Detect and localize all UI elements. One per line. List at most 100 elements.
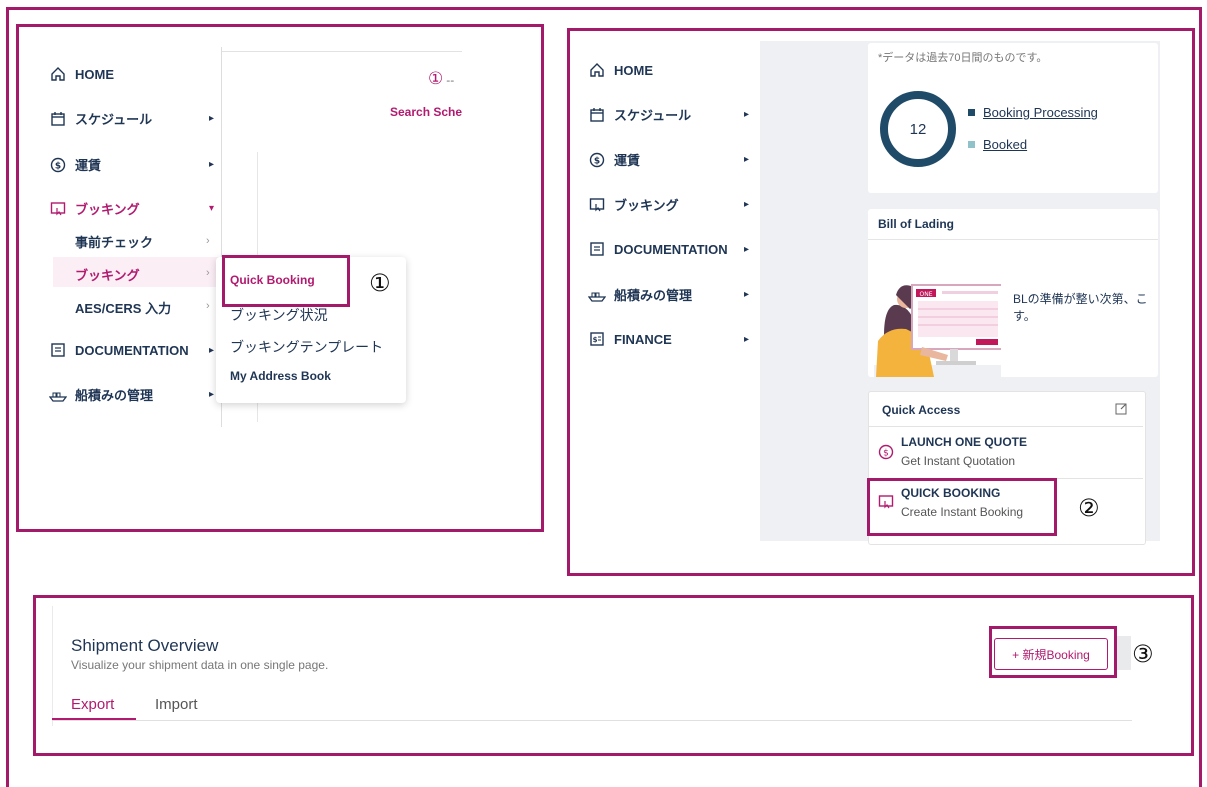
page-title: Shipment Overview <box>71 636 219 655</box>
svg-text:$: $ <box>883 449 889 459</box>
gauge-value: 12 <box>909 120 927 138</box>
sidebar-nav-2: HOME スケジュール ▸ $ 運賃 ▸ ブッキング ▸ DOCUMENTATI… <box>570 31 760 573</box>
bl-title: Bill of Lading <box>878 217 954 231</box>
dollar-circle-icon: $ <box>49 156 67 174</box>
svg-text:$: $ <box>594 156 600 166</box>
ship-icon <box>588 286 606 304</box>
nav-item-shipment-mgmt[interactable]: 船積みの管理 <box>588 285 692 304</box>
divider <box>222 51 462 52</box>
panel-2: HOME スケジュール ▸ $ 運賃 ▸ ブッキング ▸ DOCUMENTATI… <box>567 28 1195 576</box>
dollar-circle-icon: $ <box>588 151 606 169</box>
nav-item-finance[interactable]: $ FINANCE <box>588 330 672 348</box>
nav-item-documentation[interactable]: DOCUMENTATION <box>49 341 189 359</box>
document-icon <box>588 240 606 258</box>
nav-item-booking[interactable]: ブッキング <box>49 199 140 218</box>
nav-item-home[interactable]: HOME <box>588 61 653 79</box>
qa-title: LAUNCH ONE QUOTE <box>901 435 1027 449</box>
booking-status-card: *データは過去70日間のものです。 12 Booking Processing … <box>868 43 1158 193</box>
nav-label-schedule: スケジュール <box>614 108 692 123</box>
calendar-icon <box>49 110 67 128</box>
booking-count-gauge: 12 <box>880 91 956 167</box>
dropdown-booking-template[interactable]: ブッキングテンプレート <box>230 337 383 357</box>
page-subtitle: Visualize your shipment data in one sing… <box>71 658 329 672</box>
bl-text: BLの準備が整い次第、こ す。 <box>1013 292 1148 323</box>
step-indicator: ① -- <box>428 69 455 89</box>
home-icon <box>588 61 606 79</box>
nav-label-documentation: DOCUMENTATION <box>614 241 728 257</box>
nav-label-booking: ブッキング <box>614 198 679 213</box>
edit-icon[interactable] <box>1115 402 1128 420</box>
legend-swatch <box>968 141 975 148</box>
highlight-new-booking <box>989 626 1117 678</box>
nav-label-shipment-mgmt: 船積みの管理 <box>614 288 693 303</box>
highlight-quick-booking <box>222 255 350 307</box>
chevron-right-icon: ▸ <box>744 244 750 255</box>
nav-label-home: HOME <box>75 66 114 82</box>
chevron-right-icon: ▸ <box>744 154 750 165</box>
step-marker-1: ① <box>369 269 391 297</box>
chevron-right-icon: ▸ <box>209 345 215 356</box>
qa-subtitle: Get Instant Quotation <box>901 454 1016 468</box>
nav-item-booking[interactable]: ブッキング <box>588 195 679 214</box>
tabs-divider <box>52 720 1132 721</box>
booking-icon <box>49 200 67 218</box>
nav-label-shipment-mgmt: 船積みの管理 <box>75 388 154 403</box>
chevron-right-icon: ▸ <box>744 334 750 345</box>
search-schedule-link[interactable]: Search Sche <box>390 105 462 119</box>
chevron-down-icon: ▾ <box>209 203 215 214</box>
bl-illustration-label: ONE <box>919 291 932 298</box>
nav-item-schedule[interactable]: スケジュール <box>588 105 691 124</box>
ship-icon <box>49 386 67 404</box>
tab-export[interactable]: Export <box>71 696 114 713</box>
nav-label-rates: 運賃 <box>75 158 102 173</box>
finance-icon: $ <box>588 330 606 348</box>
dropdown-address-book[interactable]: My Address Book <box>230 369 331 383</box>
quick-access-title: Quick Access <box>882 403 961 417</box>
svg-text:$: $ <box>55 161 61 171</box>
dropdown-booking-status[interactable]: ブッキング状況 <box>230 305 328 325</box>
nav-label-booking: ブッキング <box>75 202 140 217</box>
legend-booking-processing[interactable]: Booking Processing <box>968 105 1098 120</box>
chevron-right-icon: › <box>206 235 210 247</box>
calendar-icon <box>588 106 606 124</box>
chevron-right-icon: ▸ <box>744 199 750 210</box>
step-marker-2: ② <box>1078 494 1100 522</box>
step-marker-3: ③ <box>1132 640 1154 668</box>
svg-text:$: $ <box>593 336 598 344</box>
nav-label-finance: FINANCE <box>614 331 672 347</box>
nav-item-rates[interactable]: $ 運賃 <box>49 155 101 174</box>
qa-item-one-quote[interactable]: $ LAUNCH ONE QUOTE Get Instant Quotation <box>869 426 1145 478</box>
legend-swatch <box>968 109 975 116</box>
submenu-aes-cers[interactable]: AES/CERS 入力 <box>75 298 171 317</box>
chevron-right-icon: ▸ <box>209 389 215 400</box>
submenu-booking[interactable]: ブッキング <box>75 265 140 284</box>
submenu-precheck[interactable]: 事前チェック <box>75 232 153 251</box>
bl-title-divider <box>868 239 1158 240</box>
nav-label-home: HOME <box>614 62 653 78</box>
nav-item-schedule[interactable]: スケジュール <box>49 109 152 128</box>
chevron-right-icon: ▸ <box>209 159 215 170</box>
nav-label-schedule: スケジュール <box>75 112 153 127</box>
legend-booked[interactable]: Booked <box>968 137 1027 152</box>
tab-import[interactable]: Import <box>155 696 198 713</box>
bill-of-lading-card: Bill of Lading ONE BLの準備が整い次第、こ す。 <box>868 209 1158 377</box>
chevron-right-icon: › <box>206 267 210 279</box>
chevron-right-icon: ▸ <box>209 113 215 124</box>
chevron-right-icon: ▸ <box>744 289 750 300</box>
sidebar-nav: HOME スケジュール ▸ $ 運賃 ▸ ブッキング ▾ 事前チェック › ブッ… <box>19 27 219 529</box>
nav-item-home[interactable]: HOME <box>49 65 114 83</box>
panel-1: HOME スケジュール ▸ $ 運賃 ▸ ブッキング ▾ 事前チェック › ブッ… <box>16 24 544 532</box>
highlight-quick-booking-2 <box>867 478 1057 536</box>
data-note: *データは過去70日間のものです。 <box>878 52 1048 64</box>
nav-label-documentation: DOCUMENTATION <box>75 342 189 358</box>
nav-item-rates[interactable]: $ 運賃 <box>588 150 640 169</box>
home-icon <box>49 65 67 83</box>
nav-item-shipment-mgmt[interactable]: 船積みの管理 <box>49 385 153 404</box>
header-gray-block <box>1117 636 1131 670</box>
nav-item-documentation[interactable]: DOCUMENTATION <box>588 240 728 258</box>
document-icon <box>49 341 67 359</box>
chevron-right-icon: ▸ <box>744 109 750 120</box>
nav-label-rates: 運賃 <box>614 153 641 168</box>
chevron-right-icon: › <box>206 300 210 312</box>
dollar-circle-icon: $ <box>878 444 894 465</box>
